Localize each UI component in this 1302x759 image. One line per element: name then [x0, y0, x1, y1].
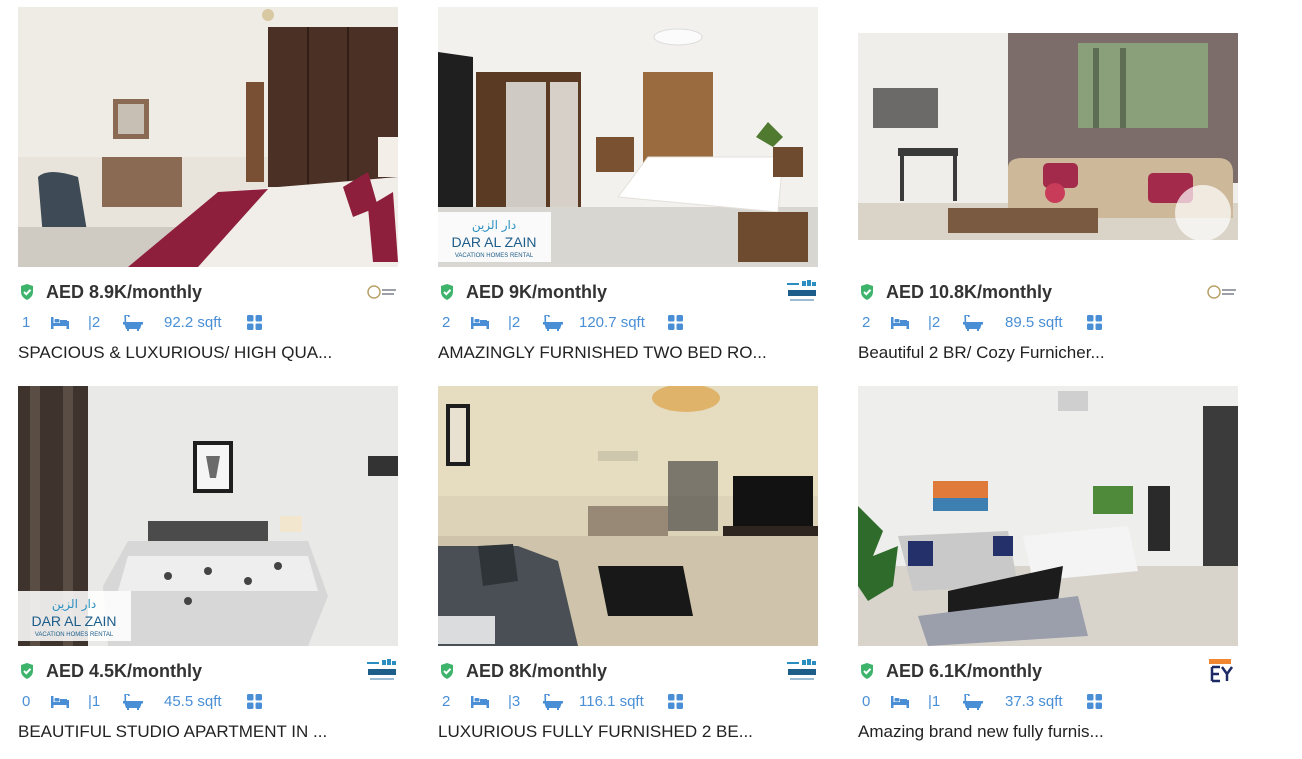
- area-size: 37.3 sqft: [1005, 693, 1063, 710]
- bath-icon: [543, 694, 563, 710]
- bathroom-count: |2: [928, 314, 941, 331]
- area-size: 92.2 sqft: [164, 314, 222, 331]
- bathroom-count: |2: [88, 314, 101, 331]
- dar-al-zain-logo-icon[interactable]: [784, 280, 818, 304]
- listing-card[interactable]: AED 8.9K/monthly 1 |2 92.2 sqft SPACIOUS…: [18, 7, 398, 362]
- listing-title[interactable]: AMAZINGLY FURNISHED TWO BED RO...: [438, 342, 818, 364]
- watermark-sub: VACATION HOMES RENTAL: [35, 632, 114, 638]
- listing-price[interactable]: AED 8K/monthly: [466, 659, 607, 683]
- bathroom-count: |2: [508, 314, 521, 331]
- listing-card[interactable]: AED 6.1K/monthly 0 |1 37.3 sqft Amazing …: [858, 386, 1238, 746]
- watermark-sub: VACATION HOMES RENTAL: [455, 253, 534, 259]
- listing-photo[interactable]: [438, 386, 818, 646]
- grid-view-icon[interactable]: [247, 694, 262, 709]
- bathroom-count: |1: [928, 693, 941, 710]
- grid-view-icon[interactable]: [668, 694, 683, 709]
- agency-logo-icon[interactable]: [364, 280, 398, 304]
- listing-card[interactable]: دار الزين DAR AL ZAIN VACATION HOMES REN…: [438, 7, 818, 362]
- listing-card[interactable]: AED 8K/monthly 2 |3 116.1 sqft LUXURIOUS…: [438, 386, 818, 746]
- bed-icon: [891, 696, 909, 708]
- watermark-brand: DAR AL ZAIN: [31, 613, 116, 629]
- bath-icon: [543, 315, 563, 331]
- bath-icon: [963, 315, 983, 331]
- verified-check-icon: [21, 284, 33, 300]
- grid-view-icon[interactable]: [668, 315, 683, 330]
- bedroom-count: 0: [862, 693, 871, 710]
- verified-check-icon: [441, 284, 453, 300]
- bath-icon: [123, 315, 143, 331]
- listing-price[interactable]: AED 6.1K/monthly: [886, 659, 1042, 683]
- dar-al-zain-logo-icon[interactable]: [364, 659, 398, 683]
- bath-icon: [123, 694, 143, 710]
- bedroom-count: 2: [442, 693, 451, 710]
- listing-price[interactable]: AED 4.5K/monthly: [46, 659, 202, 683]
- listing-photo[interactable]: [858, 386, 1238, 646]
- watermark-arabic: دار الزين: [52, 597, 96, 612]
- listing-title[interactable]: Amazing brand new fully furnis...: [858, 721, 1238, 743]
- bed-icon: [471, 696, 489, 708]
- listing-photo[interactable]: [858, 33, 1238, 240]
- bed-icon: [471, 317, 489, 329]
- bed-icon: [891, 317, 909, 329]
- area-size: 120.7 sqft: [579, 314, 645, 331]
- verified-check-icon: [441, 663, 453, 679]
- listing-title[interactable]: LUXURIOUS FULLY FURNISHED 2 BE...: [438, 721, 818, 743]
- agency-logo-icon[interactable]: [1204, 280, 1238, 304]
- area-size: 89.5 sqft: [1005, 314, 1063, 331]
- listing-photo[interactable]: [18, 7, 398, 267]
- watermark-arabic: دار الزين: [472, 218, 516, 233]
- bed-icon: [51, 696, 69, 708]
- bedroom-count: 2: [862, 314, 871, 331]
- bed-icon: [51, 317, 69, 329]
- verified-check-icon: [21, 663, 33, 679]
- listing-title[interactable]: SPACIOUS & LUXURIOUS/ HIGH QUA...: [18, 342, 398, 364]
- verified-check-icon: [861, 284, 873, 300]
- listing-title[interactable]: BEAUTIFUL STUDIO APARTMENT IN ...: [18, 721, 398, 743]
- listing-price[interactable]: AED 10.8K/monthly: [886, 280, 1052, 304]
- listing-price[interactable]: AED 8.9K/monthly: [46, 280, 202, 304]
- listing-card[interactable]: AED 10.8K/monthly 2 |2 89.5 sqft Beautif…: [858, 7, 1238, 362]
- area-size: 116.1 sqft: [579, 693, 644, 710]
- verified-check-icon: [861, 663, 873, 679]
- ey-logo-icon[interactable]: [1204, 659, 1238, 683]
- area-size: 45.5 sqft: [164, 693, 222, 710]
- bedroom-count: 1: [22, 314, 31, 331]
- bathroom-count: |1: [88, 693, 101, 710]
- bath-icon: [963, 694, 983, 710]
- listing-card[interactable]: دار الزين DAR AL ZAIN VACATION HOMES REN…: [18, 386, 398, 746]
- grid-view-icon[interactable]: [1087, 315, 1102, 330]
- grid-view-icon[interactable]: [1087, 694, 1102, 709]
- dar-al-zain-logo-icon[interactable]: [784, 659, 818, 683]
- bedroom-count: 2: [442, 314, 451, 331]
- listing-price[interactable]: AED 9K/monthly: [466, 280, 607, 304]
- listing-title[interactable]: Beautiful 2 BR/ Cozy Furnicher...: [858, 342, 1238, 364]
- listing-photo[interactable]: دار الزين DAR AL ZAIN VACATION HOMES REN…: [438, 7, 818, 267]
- watermark-brand: DAR AL ZAIN: [451, 234, 536, 250]
- listing-photo[interactable]: دار الزين DAR AL ZAIN VACATION HOMES REN…: [18, 386, 398, 646]
- grid-view-icon[interactable]: [247, 315, 262, 330]
- bedroom-count: 0: [22, 693, 31, 710]
- bathroom-count: |3: [508, 693, 521, 710]
